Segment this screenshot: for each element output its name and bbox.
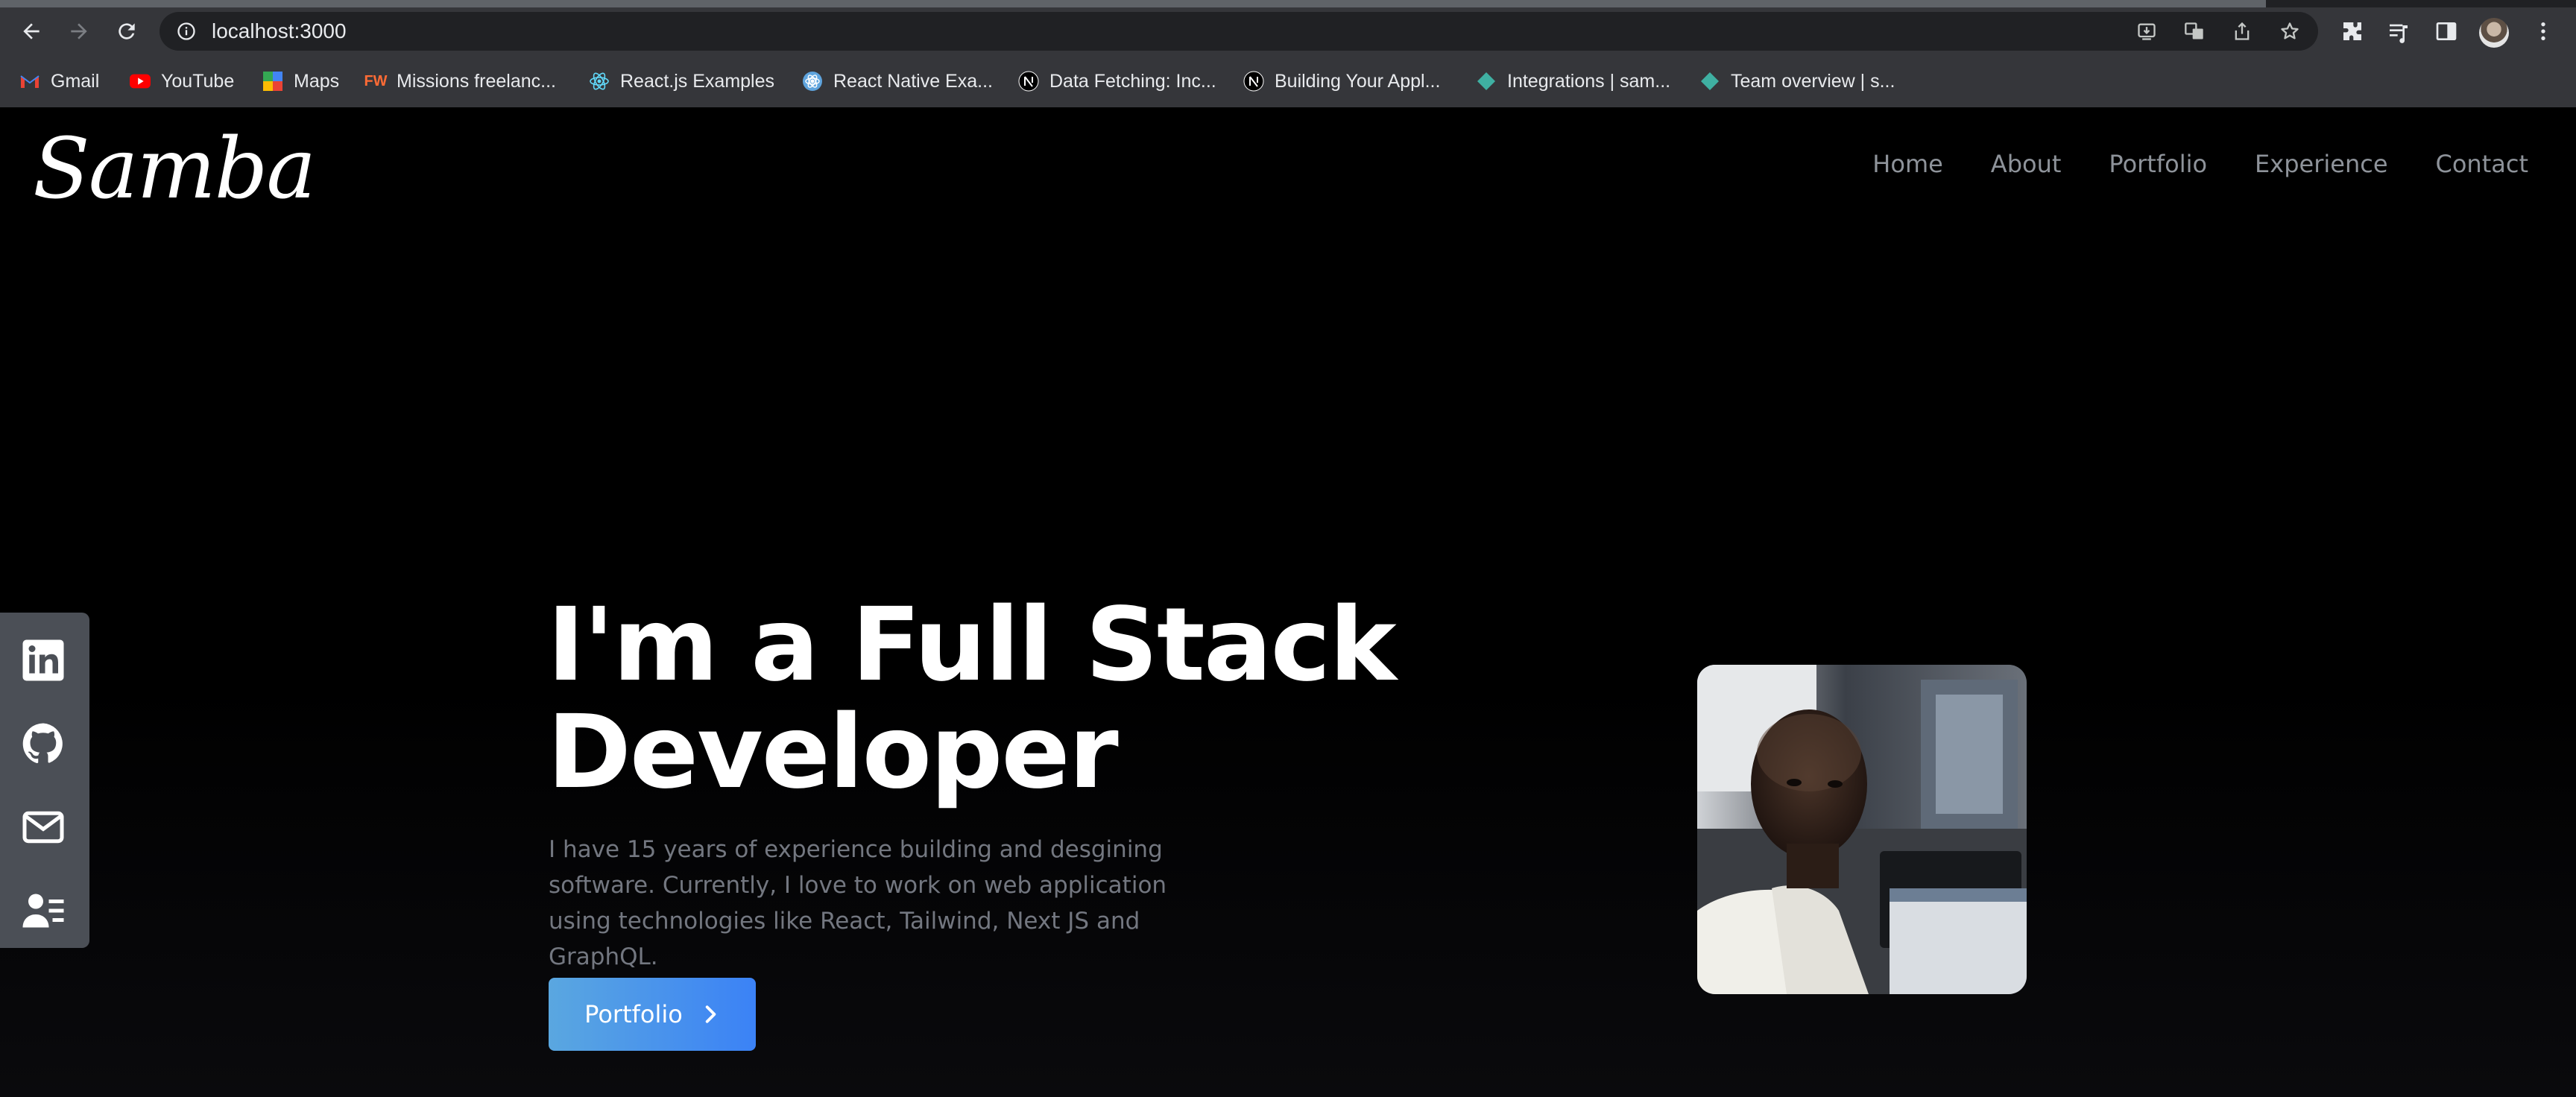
freelance-icon: FW <box>364 72 388 89</box>
bookmark-building-your-app[interactable]: Building Your Appl... <box>1243 63 1440 100</box>
nav-link-home[interactable]: Home <box>1872 149 1943 179</box>
media-queue-icon[interactable] <box>2387 19 2411 43</box>
extensions-icon[interactable] <box>2340 19 2364 43</box>
loading-progress-bar <box>0 0 2266 7</box>
resume-link[interactable] <box>18 885 69 936</box>
nav-link-portfolio[interactable]: Portfolio <box>2109 149 2207 179</box>
email-link[interactable] <box>18 802 69 853</box>
bookmark-label: React Native Exa... <box>833 70 993 92</box>
nav-link-about[interactable]: About <box>1991 149 2062 179</box>
bookmark-data-fetching[interactable]: Data Fetching: Inc... <box>1018 63 1216 100</box>
bookmark-label: Integrations | sam... <box>1507 70 1671 92</box>
nav-link-experience[interactable]: Experience <box>2255 149 2387 179</box>
browser-chrome: localhost:3000 Gmail YouTube Maps FW Mis… <box>0 0 2576 107</box>
github-link[interactable] <box>18 718 69 769</box>
hero-title-line-2: Developer <box>547 694 1119 812</box>
bookmark-star-icon[interactable] <box>2279 21 2300 42</box>
bookmark-youtube[interactable]: YouTube <box>130 63 234 100</box>
react-native-icon <box>802 71 823 92</box>
bookmark-team-overview[interactable]: Team overview | s... <box>1699 63 1895 100</box>
linkedin-icon <box>22 639 64 681</box>
profile-avatar[interactable] <box>2479 18 2509 48</box>
bookmark-integrations[interactable]: Integrations | sam... <box>1476 63 1670 100</box>
linkedin-link[interactable] <box>18 635 69 686</box>
bookmark-label: YouTube <box>161 70 235 92</box>
reload-button[interactable] <box>109 13 145 49</box>
bookmark-missions-freelance[interactable]: FW Missions freelanc... <box>364 63 556 100</box>
arrow-left-icon <box>23 23 40 39</box>
nextjs-icon <box>1243 71 1264 92</box>
share-icon[interactable] <box>2232 21 2253 42</box>
arrow-right-icon <box>71 23 87 39</box>
resume-icon <box>22 894 64 928</box>
bookmarks-bar: Gmail YouTube Maps FW Missions freelanc.… <box>0 63 2576 100</box>
site-logo[interactable]: Samba <box>33 113 316 225</box>
more-menu-icon[interactable] <box>2531 19 2555 43</box>
mail-icon <box>22 811 64 844</box>
address-bar[interactable]: localhost:3000 <box>160 12 2318 51</box>
youtube-icon <box>130 71 151 92</box>
portfolio-page: Samba Home About Portfolio Experience Co… <box>0 107 2576 1097</box>
bookmark-label: Missions freelanc... <box>397 70 556 92</box>
bookmark-label: Maps <box>294 70 340 92</box>
site-info-icon[interactable] <box>176 21 197 42</box>
bookmark-react-native-examples[interactable]: React Native Exa... <box>802 63 993 100</box>
portfolio-button-label: Portfolio <box>584 1000 683 1028</box>
install-app-icon[interactable] <box>2136 21 2157 42</box>
bookmark-label: Building Your Appl... <box>1275 70 1441 92</box>
bookmark-label: Gmail <box>51 70 100 92</box>
forward-button[interactable] <box>61 13 97 49</box>
maps-icon <box>262 71 283 92</box>
diamond-icon <box>1699 71 1720 92</box>
hero-description: I have 15 years of experience building a… <box>549 836 1167 970</box>
bookmark-label: Data Fetching: Inc... <box>1049 70 1216 92</box>
nav-link-contact[interactable]: Contact <box>2436 149 2529 179</box>
back-button[interactable] <box>13 13 49 49</box>
browser-toolbar: localhost:3000 <box>0 7 2576 55</box>
translate-icon[interactable] <box>2184 21 2205 42</box>
reload-icon <box>119 23 135 39</box>
profile-photo <box>1697 665 2027 994</box>
bookmark-react-examples[interactable]: React.js Examples <box>589 63 774 100</box>
url-text[interactable]: localhost:3000 <box>212 20 347 42</box>
bookmark-gmail[interactable]: Gmail <box>19 63 99 100</box>
diamond-icon <box>1476 71 1497 92</box>
github-icon <box>22 723 63 764</box>
side-panel-icon[interactable] <box>2434 19 2458 43</box>
react-icon <box>589 71 610 92</box>
hero-title: I'm a Full Stack Developer <box>547 592 1516 806</box>
gmail-icon <box>19 71 40 92</box>
bookmark-label: React.js Examples <box>620 70 775 92</box>
main-nav: Home About Portfolio Experience Contact <box>1872 149 2528 179</box>
hero-title-line-1: I'm a Full Stack <box>547 587 1397 704</box>
portfolio-button[interactable]: Portfolio <box>549 978 756 1051</box>
nextjs-icon <box>1018 71 1039 92</box>
bookmark-maps[interactable]: Maps <box>262 63 339 100</box>
social-links-sidebar <box>0 613 89 948</box>
bookmark-label: Team overview | s... <box>1731 70 1895 92</box>
chevron-right-icon <box>705 1005 716 1023</box>
